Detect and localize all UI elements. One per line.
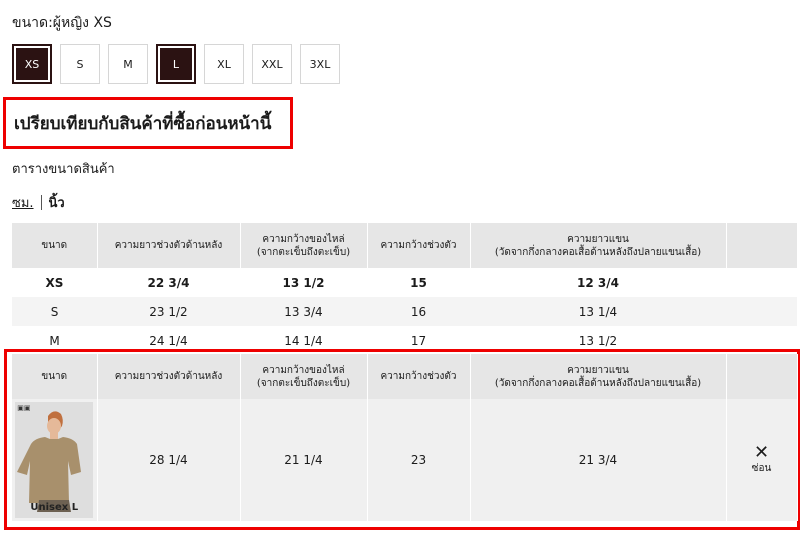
header-sleeve-length: ความยาวแขน (วัดจากกึ่งกลางคอเสื้อด้านหลั… [470,223,727,268]
compare-heading: เปรียบเทียบกับสินค้าที่ซื้อก่อนหน้านี้ [14,113,272,134]
cell-size: XS [45,275,64,290]
compare-cell-body-width: 23 [367,399,471,521]
compare-panel: ขนาด ความยาวช่วงตัวด้านหลัง ความกว้างของ… [4,349,800,530]
cell-sleeve-length: 13 1/4 [470,297,726,326]
compare-cell-back-length: 28 1/4 [97,399,241,521]
size-option-l[interactable]: L [156,44,196,84]
cell-shoulder-width: 13 1/2 [282,275,325,290]
selected-size-label: ขนาด:ผู้หญิง XS [12,15,112,31]
header-shoulder-width-text: ความกว้างของไหล่ (จากตะเข็บถึงตะเข็บ) [256,233,351,258]
compare-header-sleeve-length: ความยาวแขน (วัดจากกึ่งกลางคอเสื้อด้านหลั… [470,354,727,399]
compare-header-sleeve-length-text: ความยาวแขน (วัดจากกึ่งกลางคอเสื้อด้านหลั… [494,364,702,389]
cell-back-length: 22 3/4 [147,275,190,290]
size-chart-title: ตารางขนาดสินค้า [12,162,115,177]
header-action [726,223,798,268]
unit-cm-link[interactable]: ซม. [12,192,34,213]
product-thumbnail-cell: ▣▣ Unisex L [12,399,98,521]
size-option-s[interactable]: S [60,44,100,84]
cell-size: S [12,297,97,326]
size-option-3xl[interactable]: 3XL [300,44,340,84]
table-row: S 23 1/2 13 3/4 16 13 1/4 [12,297,797,326]
hide-label: ซ่อน [751,462,772,474]
compare-header-back-length: ความยาวช่วงตัวด้านหลัง [97,354,241,399]
product-badge: ▣▣ [17,404,31,412]
unit-toggle: ซม. นิ้ว [12,192,65,213]
header-sleeve-length-text: ความยาวแขน (วัดจากกึ่งกลางคอเสื้อด้านหลั… [494,233,702,258]
header-size: ขนาด [12,223,98,268]
cell-empty [726,268,797,297]
hide-cell: ✕ ซ่อน [726,399,798,521]
size-option-m[interactable]: M [108,44,148,84]
cell-back-length: 23 1/2 [97,297,240,326]
compare-cell-sleeve-length: 21 3/4 [470,399,727,521]
header-back-length: ความยาวช่วงตัวด้านหลัง [97,223,241,268]
size-option-xs[interactable]: XS [12,44,52,84]
close-icon: ✕ [753,441,770,463]
compare-cell-shoulder-width: 21 1/4 [240,399,368,521]
size-selector: XS S M L XL XXL 3XL [12,44,340,84]
unit-divider [40,195,42,210]
cell-empty [726,297,797,326]
header-shoulder-width: ความกว้างของไหล่ (จากตะเข็บถึงตะเข็บ) [240,223,368,268]
size-option-xxl[interactable]: XXL [252,44,292,84]
cell-sleeve-length: 12 3/4 [577,275,619,290]
compare-header-action [726,354,798,399]
compare-row: ▣▣ Unisex L 28 1/4 21 1/4 23 21 3/4 ✕ ซ่… [12,399,798,521]
hide-button[interactable]: ✕ ซ่อน [727,441,797,476]
compare-table: ขนาด ความยาวช่วงตัวด้านหลัง ความกว้างของ… [12,354,798,521]
compare-header-shoulder-width-text: ความกว้างของไหล่ (จากตะเข็บถึงตะเข็บ) [256,364,351,389]
cell-body-width: 16 [367,297,470,326]
unit-inch-label[interactable]: นิ้ว [49,192,65,213]
size-option-xl[interactable]: XL [204,44,244,84]
product-size-label: Unisex L [30,502,79,513]
size-chart-table: ขนาด ความยาวช่วงตัวด้านหลัง ความกว้างของ… [12,223,798,355]
compare-heading-box: เปรียบเทียบกับสินค้าที่ซื้อก่อนหน้านี้ [3,97,293,149]
product-thumbnail[interactable]: ▣▣ Unisex L [15,402,94,518]
table-row: XS 22 3/4 13 1/2 15 12 3/4 [12,268,797,297]
compare-header-size: ขนาด [12,354,98,399]
compare-header-shoulder-width: ความกว้างของไหล่ (จากตะเข็บถึงตะเข็บ) [240,354,368,399]
cell-shoulder-width: 13 3/4 [240,297,367,326]
cell-body-width: 15 [410,275,427,290]
product-image [15,402,94,518]
header-body-width: ความกว้างช่วงตัว [367,223,471,268]
compare-header-body-width: ความกว้างช่วงตัว [367,354,471,399]
